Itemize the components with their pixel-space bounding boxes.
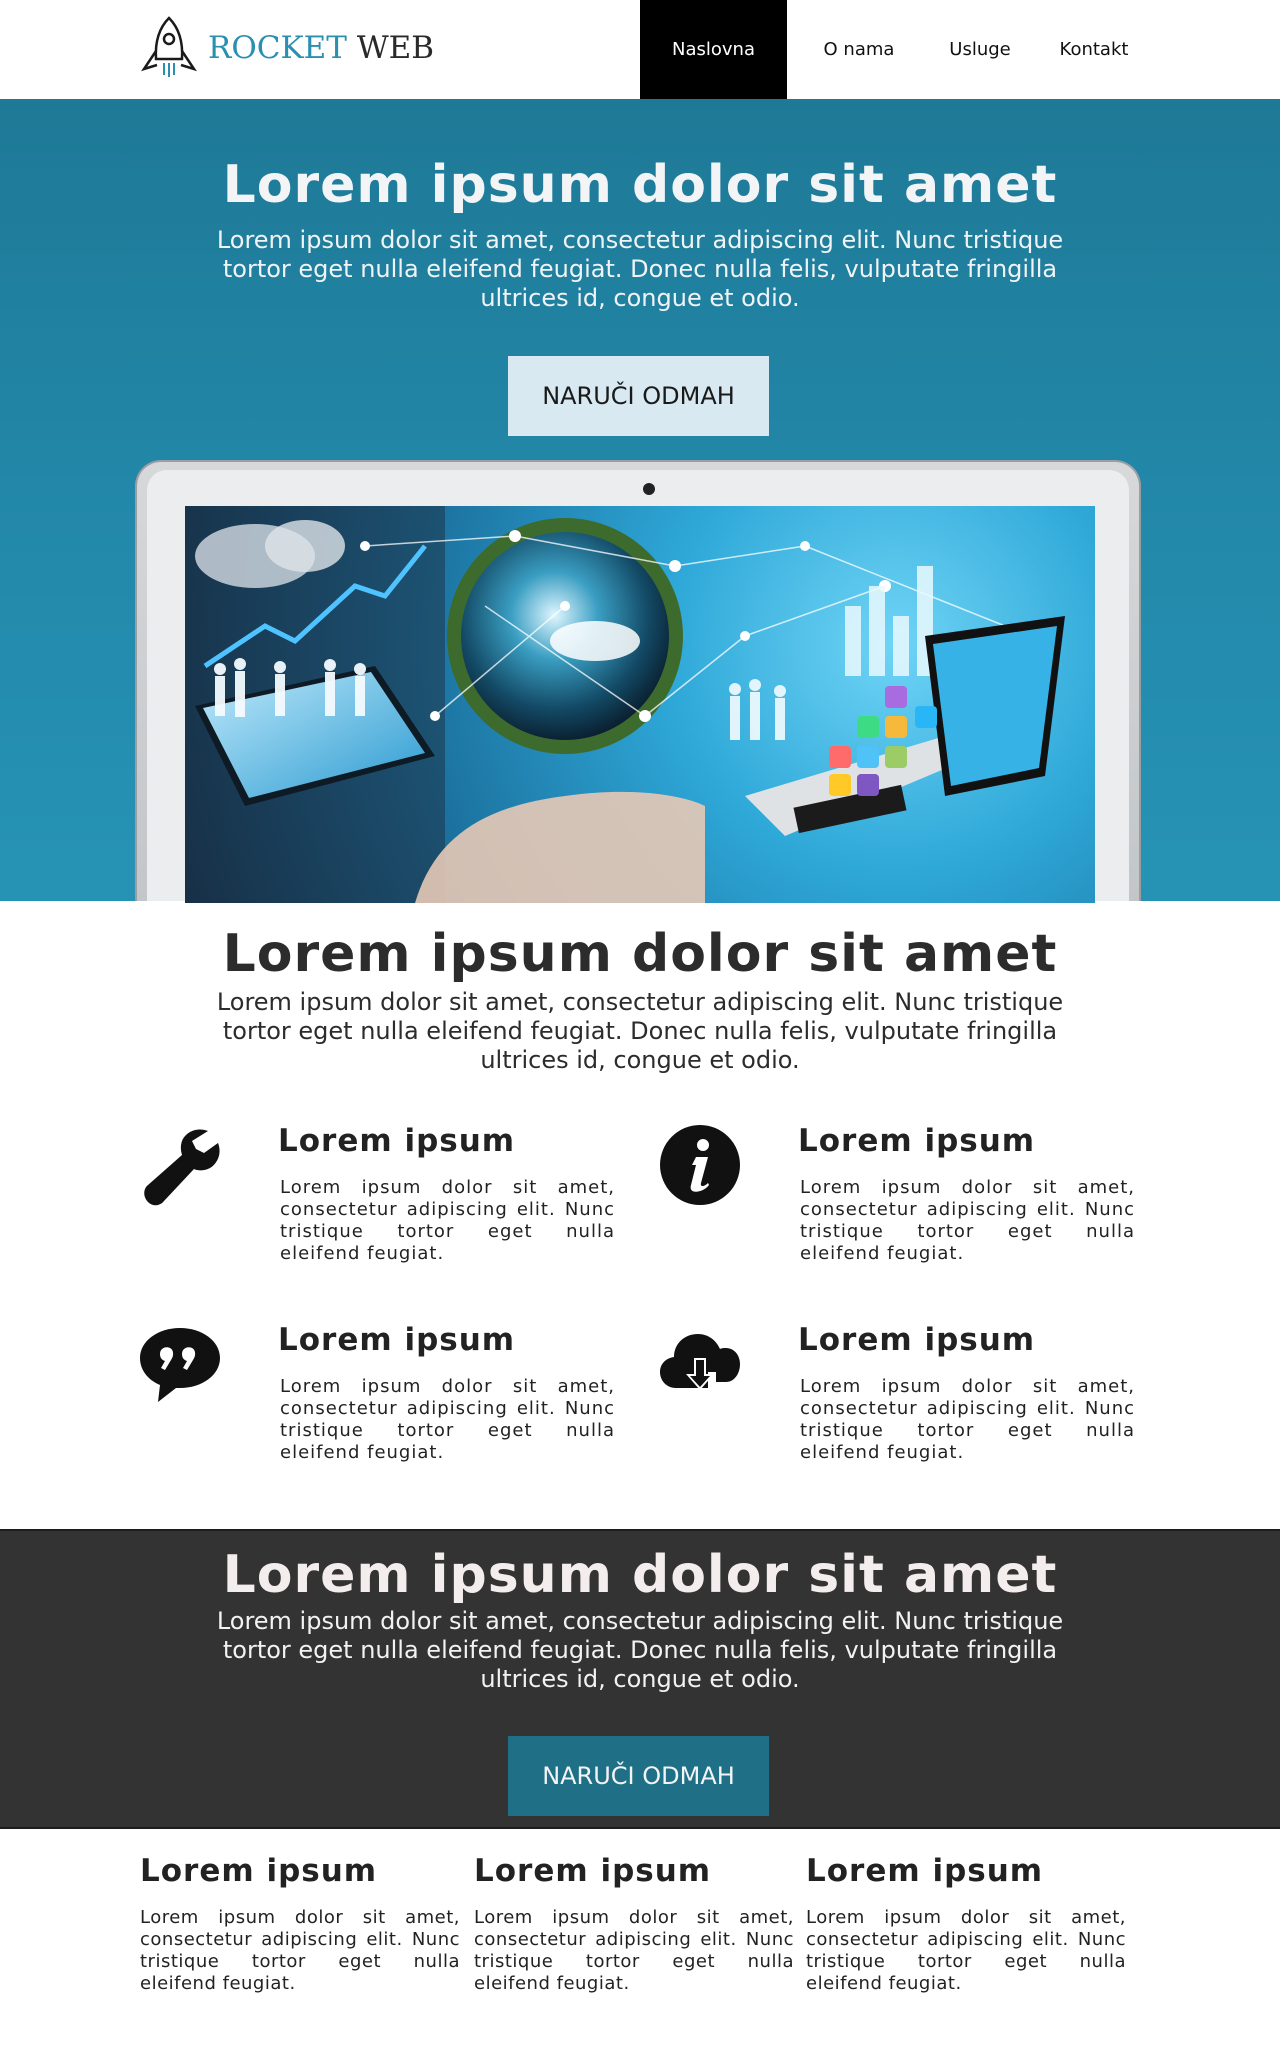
cta-section: Lorem ipsum dolor sit amet Lorem ipsum d… bbox=[0, 1529, 1280, 1829]
footer-column: Lorem ipsum Lorem ipsum dolor sit amet, … bbox=[474, 1853, 794, 1995]
quote-bubble-icon bbox=[140, 1328, 220, 1402]
footer-column-title: Lorem ipsum bbox=[140, 1853, 378, 1889]
laptop-screen-image bbox=[185, 506, 1095, 903]
nav-item-o-nama[interactable]: O nama bbox=[787, 0, 931, 99]
footer-column-text: Lorem ipsum dolor sit amet, consectetur … bbox=[474, 1907, 794, 1994]
nav-item-naslovna[interactable]: Naslovna bbox=[640, 0, 787, 99]
nav-item-usluge[interactable]: Usluge bbox=[931, 0, 1029, 99]
footer-column-title: Lorem ipsum bbox=[806, 1853, 1044, 1889]
feature-text: Lorem ipsum dolor sit amet, consectetur … bbox=[280, 1376, 615, 1463]
site-header: ROCKET WEB Naslovna O nama Usluge Kontak… bbox=[0, 0, 1280, 99]
laptop-camera bbox=[643, 483, 655, 495]
feature-text: Lorem ipsum dolor sit amet, consectetur … bbox=[280, 1177, 615, 1264]
brand-name-part1: ROCKET bbox=[208, 30, 347, 66]
cta-order-button[interactable]: NARUČI ODMAH bbox=[508, 1736, 769, 1816]
feature-title: Lorem ipsum bbox=[278, 1322, 516, 1358]
feature-item: Lorem ipsum Lorem ipsum dolor sit amet, … bbox=[138, 1322, 618, 1482]
footer-column-text: Lorem ipsum dolor sit amet, consectetur … bbox=[140, 1907, 460, 1994]
footer-column-title: Lorem ipsum bbox=[474, 1853, 712, 1889]
section-title: Lorem ipsum dolor sit amet bbox=[222, 924, 1058, 984]
section-text: Lorem ipsum dolor sit amet, consectetur … bbox=[216, 988, 1064, 1074]
logo[interactable]: ROCKET WEB bbox=[138, 15, 434, 81]
feature-title: Lorem ipsum bbox=[278, 1123, 516, 1159]
cta-title: Lorem ipsum dolor sit amet bbox=[222, 1545, 1058, 1605]
main-nav: Naslovna O nama Usluge Kontakt bbox=[640, 0, 1159, 99]
footer-column: Lorem ipsum Lorem ipsum dolor sit amet, … bbox=[140, 1853, 460, 1995]
feature-text: Lorem ipsum dolor sit amet, consectetur … bbox=[800, 1177, 1135, 1264]
hero-title: Lorem ipsum dolor sit amet bbox=[222, 155, 1058, 215]
feature-item: Lorem ipsum Lorem ipsum dolor sit amet, … bbox=[138, 1123, 618, 1283]
rocket-icon bbox=[141, 16, 197, 77]
hero-section: Lorem ipsum dolor sit amet Lorem ipsum d… bbox=[0, 99, 1280, 903]
info-icon bbox=[660, 1125, 740, 1205]
feature-title: Lorem ipsum bbox=[798, 1322, 1036, 1358]
feature-item: Lorem ipsum Lorem ipsum dolor sit amet, … bbox=[658, 1123, 1138, 1283]
feature-text: Lorem ipsum dolor sit amet, consectetur … bbox=[800, 1376, 1135, 1463]
brand-name: ROCKET WEB bbox=[208, 30, 434, 66]
nav-item-kontakt[interactable]: Kontakt bbox=[1029, 0, 1159, 99]
cloud-download-icon bbox=[660, 1334, 740, 1390]
hero-text: Lorem ipsum dolor sit amet, consectetur … bbox=[216, 226, 1064, 312]
footer-column-text: Lorem ipsum dolor sit amet, consectetur … bbox=[806, 1907, 1126, 1994]
feature-title: Lorem ipsum bbox=[798, 1123, 1036, 1159]
feature-item: Lorem ipsum Lorem ipsum dolor sit amet, … bbox=[658, 1322, 1138, 1482]
wrench-icon bbox=[144, 1129, 220, 1206]
brand-name-part2: WEB bbox=[356, 30, 435, 66]
footer-column: Lorem ipsum Lorem ipsum dolor sit amet, … bbox=[806, 1853, 1126, 1995]
cta-text: Lorem ipsum dolor sit amet, consectetur … bbox=[216, 1607, 1064, 1693]
laptop-mockup bbox=[135, 460, 1141, 903]
hero-order-button[interactable]: NARUČI ODMAH bbox=[508, 356, 769, 436]
technology-illustration bbox=[185, 506, 1065, 903]
